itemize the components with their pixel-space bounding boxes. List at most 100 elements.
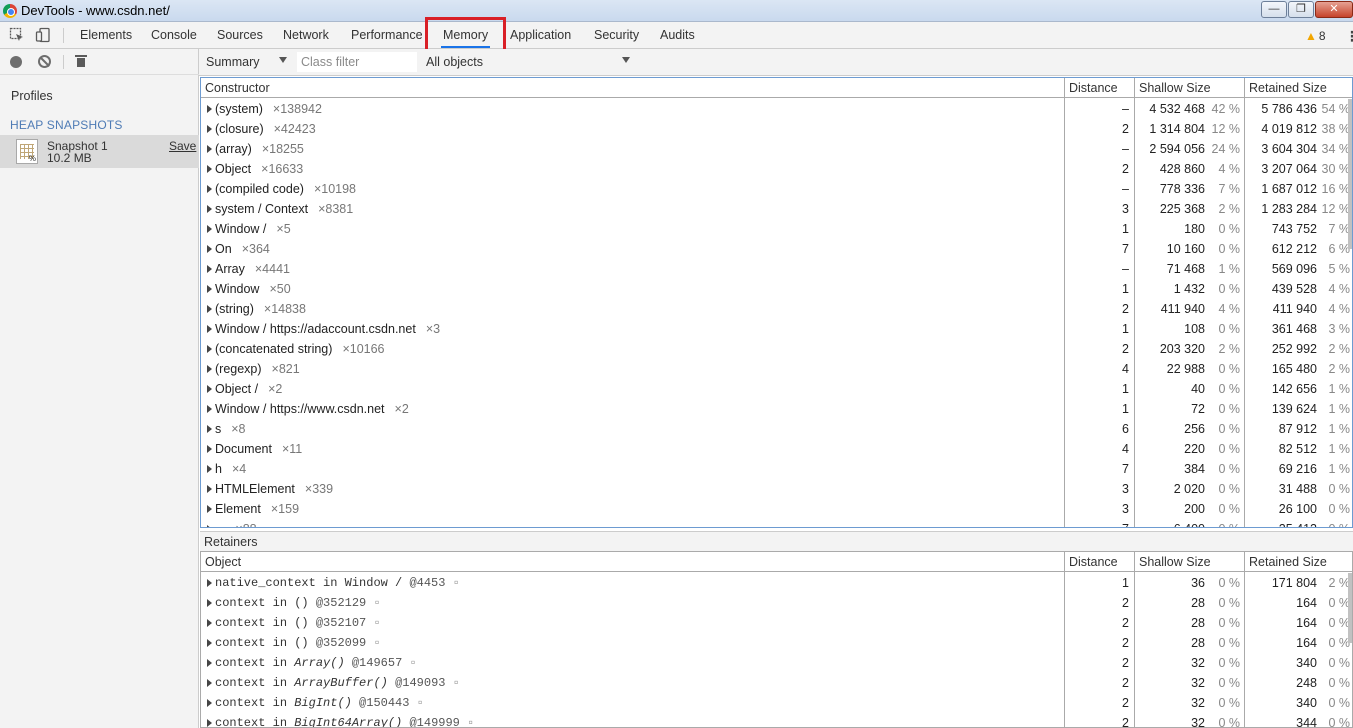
table-row[interactable]: context in BigInt() @150443 ▫ 2 32 0 % 340 0 … bbox=[201, 693, 1352, 713]
expand-triangle-icon[interactable] bbox=[207, 105, 212, 113]
tab-console[interactable]: Console bbox=[149, 22, 199, 49]
table-row[interactable]: (compiled code) ×10198 – 778 336 7 % 1 687 01… bbox=[201, 179, 1352, 199]
expand-triangle-icon[interactable] bbox=[207, 125, 212, 133]
expand-triangle-icon[interactable] bbox=[207, 699, 212, 707]
table-row[interactable]: context in ArrayBuffer() @149093 ▫ 2 32 0 %… bbox=[201, 673, 1352, 693]
table-row[interactable]: ...×8876 4000 %25 4120 % bbox=[201, 519, 1352, 527]
store-as-global-icon[interactable]: ▫ bbox=[366, 636, 380, 650]
class-filter-input[interactable] bbox=[297, 52, 417, 72]
column-header-constructor[interactable]: Constructor bbox=[201, 78, 1064, 98]
trash-icon[interactable] bbox=[75, 54, 87, 68]
record-icon[interactable] bbox=[10, 56, 22, 68]
table-row[interactable]: (system) ×138942 – 4 532 468 42 % 5 786 436 54… bbox=[201, 99, 1352, 119]
tab-audits[interactable]: Audits bbox=[658, 22, 697, 49]
device-toolbar-icon[interactable] bbox=[35, 27, 51, 43]
tab-network[interactable]: Network bbox=[281, 22, 331, 49]
table-row[interactable]: context in () @352107 ▫ 2 28 0 % 164 0 % bbox=[201, 613, 1352, 633]
table-row[interactable]: Window / https://www.csdn.net ×2 1 72 0 % 139… bbox=[201, 399, 1352, 419]
table-row[interactable]: context in BigInt64Array() @149999 ▫ 2 32 0… bbox=[201, 713, 1352, 727]
table-row[interactable]: Window / https://adaccount.csdn.net ×3 1 10… bbox=[201, 319, 1352, 339]
warnings-counter[interactable]: ▲ 8 bbox=[1305, 29, 1326, 43]
tab-application[interactable]: Application bbox=[508, 22, 573, 49]
table-row[interactable]: context in () @352129 ▫ 2 28 0 % 164 0 % bbox=[201, 593, 1352, 613]
tab-security[interactable]: Security bbox=[592, 22, 641, 49]
expand-triangle-icon[interactable] bbox=[207, 265, 212, 273]
expand-triangle-icon[interactable] bbox=[207, 445, 212, 453]
expand-triangle-icon[interactable] bbox=[207, 465, 212, 473]
expand-triangle-icon[interactable] bbox=[207, 579, 212, 587]
objects-select[interactable]: All objects bbox=[426, 55, 483, 69]
table-row[interactable]: (concatenated string) ×10166 2 203 320 2 % 25… bbox=[201, 339, 1352, 359]
view-select[interactable]: Summary bbox=[206, 55, 259, 69]
table-row[interactable]: native_context in Window / @4453 ▫ 1 36 0 %… bbox=[201, 573, 1352, 593]
expand-triangle-icon[interactable] bbox=[207, 185, 212, 193]
store-as-global-icon[interactable]: ▫ bbox=[460, 716, 474, 727]
expand-triangle-icon[interactable] bbox=[207, 525, 212, 527]
table-row[interactable]: Object ×16633 2 428 860 4 % 3 207 064 30 % bbox=[201, 159, 1352, 179]
close-button[interactable]: ✕ bbox=[1315, 1, 1353, 18]
expand-triangle-icon[interactable] bbox=[207, 405, 212, 413]
maximize-button[interactable]: ❐ bbox=[1288, 1, 1314, 18]
expand-triangle-icon[interactable] bbox=[207, 425, 212, 433]
table-row[interactable]: h ×4 7 384 0 % 69 216 1 % bbox=[201, 459, 1352, 479]
expand-triangle-icon[interactable] bbox=[207, 505, 212, 513]
table-row[interactable]: Element ×159 3 200 0 % 26 100 0 % bbox=[201, 499, 1352, 519]
table-row[interactable]: On ×364 7 10 160 0 % 612 212 6 % bbox=[201, 239, 1352, 259]
tab-sources[interactable]: Sources bbox=[215, 22, 265, 49]
inspect-element-icon[interactable] bbox=[9, 27, 25, 43]
expand-triangle-icon[interactable] bbox=[207, 385, 212, 393]
expand-triangle-icon[interactable] bbox=[207, 225, 212, 233]
table-row[interactable]: Array ×4441 – 71 468 1 % 569 096 5 % bbox=[201, 259, 1352, 279]
table-row[interactable]: (regexp) ×821 4 22 988 0 % 165 480 2 % bbox=[201, 359, 1352, 379]
scrollbar[interactable] bbox=[1348, 573, 1352, 643]
column-header-shallow-size[interactable]: Shallow Size bbox=[1134, 552, 1244, 572]
expand-triangle-icon[interactable] bbox=[207, 599, 212, 607]
store-as-global-icon[interactable]: ▫ bbox=[366, 616, 380, 630]
expand-triangle-icon[interactable] bbox=[207, 305, 212, 313]
store-as-global-icon[interactable]: ▫ bbox=[445, 676, 460, 690]
expand-triangle-icon[interactable] bbox=[207, 639, 212, 647]
chevron-down-icon[interactable] bbox=[279, 57, 287, 63]
store-as-global-icon[interactable]: ▫ bbox=[445, 576, 460, 590]
expand-triangle-icon[interactable] bbox=[207, 145, 212, 153]
table-row[interactable]: HTMLElement ×339 3 2 020 0 % 31 488 0 % bbox=[201, 479, 1352, 499]
expand-triangle-icon[interactable] bbox=[207, 205, 212, 213]
scrollbar[interactable] bbox=[1348, 99, 1352, 249]
minimize-button[interactable]: — bbox=[1261, 1, 1287, 18]
save-link[interactable]: Save bbox=[169, 139, 196, 153]
table-row[interactable]: context in Array() @149657 ▫ 2 32 0 % 340 0 % bbox=[201, 653, 1352, 673]
expand-triangle-icon[interactable] bbox=[207, 285, 212, 293]
table-row[interactable]: Document ×11 4 220 0 % 82 512 1 % bbox=[201, 439, 1352, 459]
table-row[interactable]: context in () @352099 ▫ 2 28 0 % 164 0 % bbox=[201, 633, 1352, 653]
table-row[interactable]: Window / ×5 1 180 0 % 743 752 7 % bbox=[201, 219, 1352, 239]
store-as-global-icon[interactable]: ▫ bbox=[366, 596, 380, 610]
expand-triangle-icon[interactable] bbox=[207, 485, 212, 493]
table-row[interactable]: Object / ×2 1 40 0 % 142 656 1 % bbox=[201, 379, 1352, 399]
table-row[interactable]: Window ×50 1 1 432 0 % 439 528 4 % bbox=[201, 279, 1352, 299]
chevron-down-icon[interactable] bbox=[622, 57, 630, 63]
expand-triangle-icon[interactable] bbox=[207, 165, 212, 173]
column-header-distance[interactable]: Distance bbox=[1064, 78, 1134, 98]
tab-elements[interactable]: Elements bbox=[78, 22, 134, 49]
tab-performance[interactable]: Performance bbox=[349, 22, 425, 49]
expand-triangle-icon[interactable] bbox=[207, 345, 212, 353]
table-row[interactable]: s ×8 6 256 0 % 87 912 1 % bbox=[201, 419, 1352, 439]
expand-triangle-icon[interactable] bbox=[207, 659, 212, 667]
expand-triangle-icon[interactable] bbox=[207, 325, 212, 333]
clear-icon[interactable] bbox=[38, 55, 51, 68]
table-row[interactable]: system / Context ×8381 3 225 368 2 % 1 283 28… bbox=[201, 199, 1352, 219]
expand-triangle-icon[interactable] bbox=[207, 719, 212, 727]
table-row[interactable]: (closure) ×42423 2 1 314 804 12 % 4 019 812 38… bbox=[201, 119, 1352, 139]
expand-triangle-icon[interactable] bbox=[207, 619, 212, 627]
column-header-retained-size[interactable]: Retained Size bbox=[1244, 78, 1352, 98]
store-as-global-icon[interactable]: ▫ bbox=[409, 696, 424, 710]
expand-triangle-icon[interactable] bbox=[207, 245, 212, 253]
table-row[interactable]: (array) ×18255 – 2 594 056 24 % 3 604 304 34 % bbox=[201, 139, 1352, 159]
expand-triangle-icon[interactable] bbox=[207, 365, 212, 373]
expand-triangle-icon[interactable] bbox=[207, 679, 212, 687]
more-menu-icon[interactable]: ⋮ bbox=[1345, 28, 1353, 45]
store-as-global-icon[interactable]: ▫ bbox=[402, 656, 416, 670]
column-header-retained-size[interactable]: Retained Size bbox=[1244, 552, 1352, 572]
table-row[interactable]: (string) ×14838 2 411 940 4 % 411 940 4 % bbox=[201, 299, 1352, 319]
snapshot-item[interactable]: Snapshot 1 10.2 MB Save bbox=[0, 135, 199, 168]
